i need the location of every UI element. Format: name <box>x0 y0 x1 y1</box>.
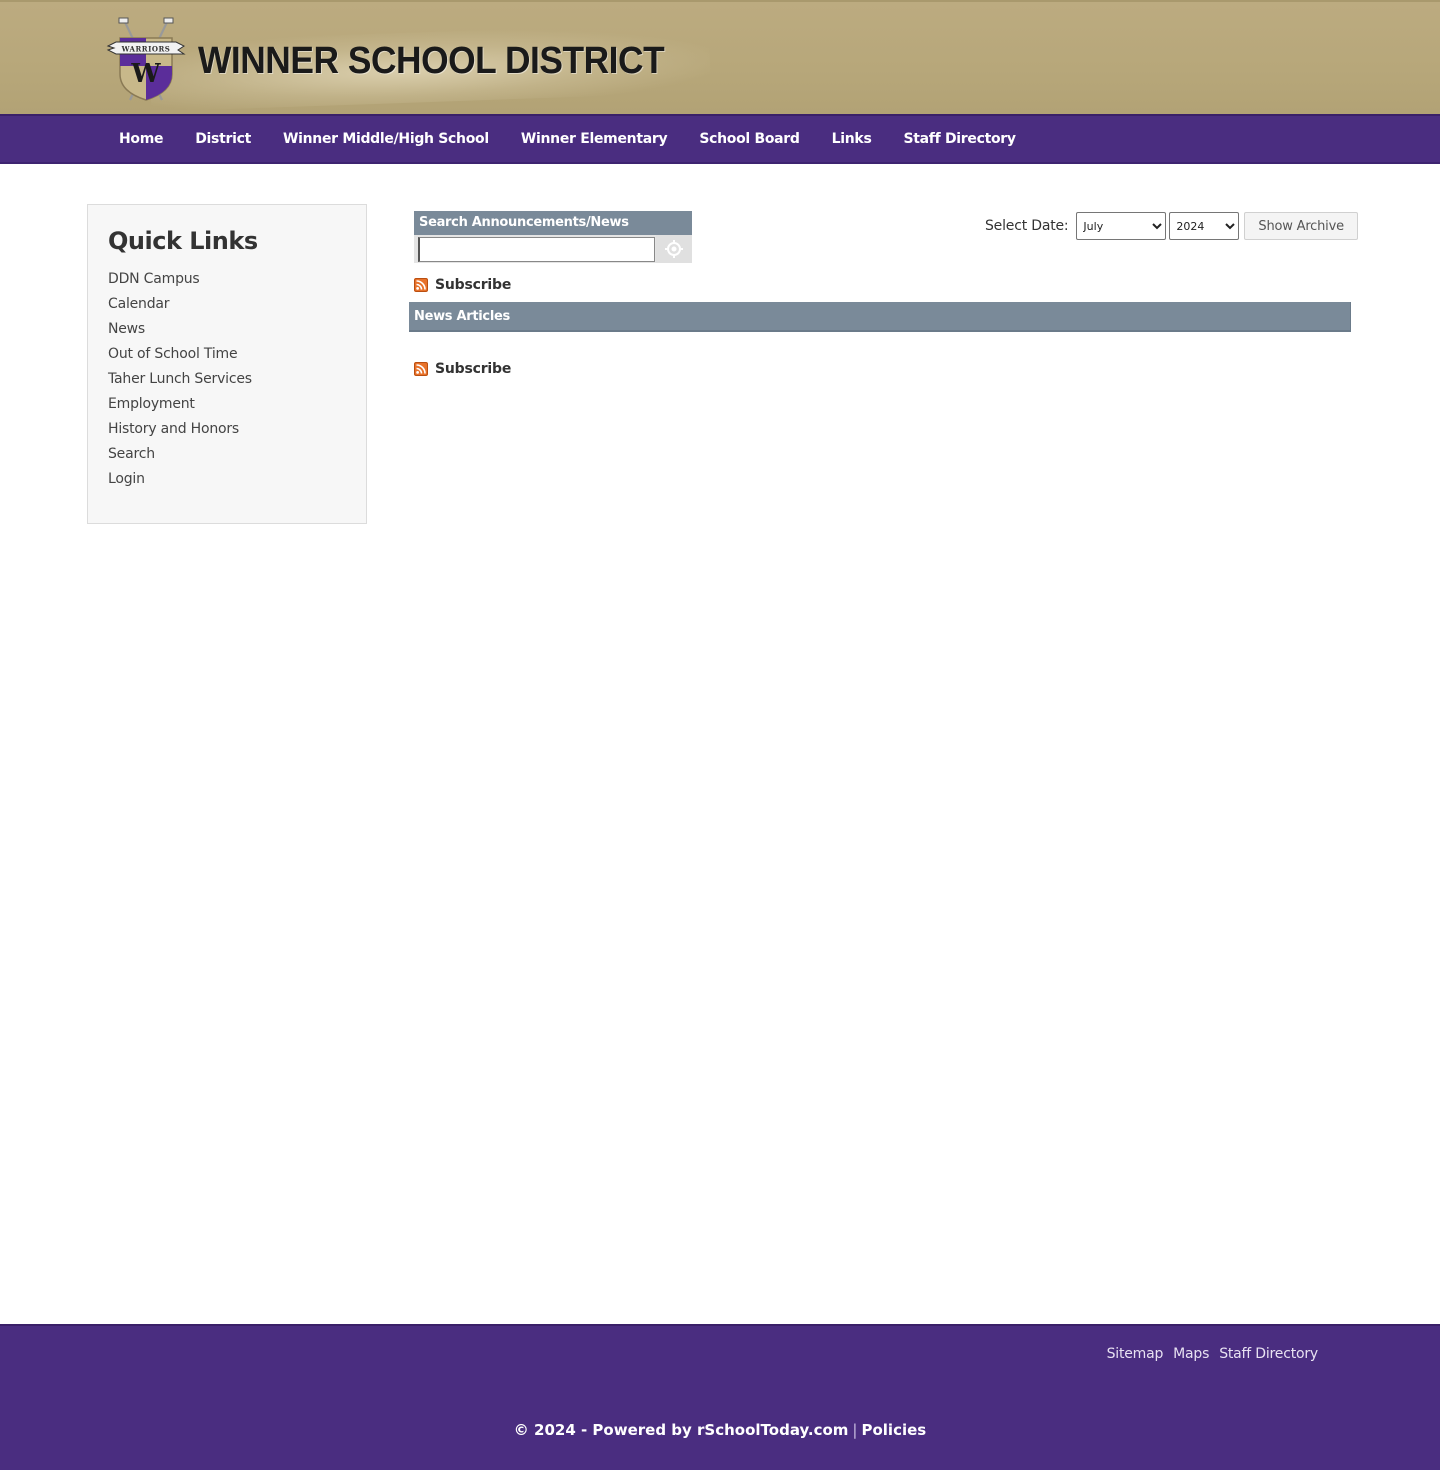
site-title[interactable]: WINNER SCHOOL DISTRICT <box>198 40 665 83</box>
nav-item-school-board[interactable]: School Board <box>683 131 815 147</box>
main-nav: Home District Winner Middle/High School … <box>0 114 1440 164</box>
footer-link-maps[interactable]: Maps <box>1173 1346 1209 1362</box>
news-articles-header: News Articles <box>409 302 1351 332</box>
quick-link-calendar[interactable]: Calendar <box>108 293 252 318</box>
svg-text:W: W <box>130 59 161 89</box>
select-date-label: Select Date: <box>985 218 1069 234</box>
show-archive-button[interactable]: Show Archive <box>1244 212 1358 240</box>
quick-links-panel: Quick Links DDN Campus Calendar News Out… <box>87 204 367 524</box>
target-icon <box>665 240 683 258</box>
subscribe-label: Subscribe <box>435 361 512 377</box>
nav-item-winner-elementary[interactable]: Winner Elementary <box>505 131 683 147</box>
rss-icon <box>414 278 428 292</box>
archive-date-selector: Select Date: July 2024 Show Archive <box>985 211 1358 241</box>
nav-item-staff-directory[interactable]: Staff Directory <box>887 131 1031 147</box>
copyright-line: © 2024 - Powered by rSchoolToday.com | Pol… <box>0 1421 1440 1439</box>
footer-separator: | <box>852 1421 858 1439</box>
archive-year-select[interactable]: 2024 <box>1169 212 1240 240</box>
policies-link[interactable]: Policies <box>861 1421 926 1439</box>
search-submit-button[interactable] <box>656 235 692 263</box>
powered-by-link[interactable]: © 2024 - Powered by rSchoolToday.com <box>514 1421 849 1439</box>
svg-text:WARRIORS: WARRIORS <box>121 45 171 54</box>
quick-link-news[interactable]: News <box>108 318 252 343</box>
footer-link-sitemap[interactable]: Sitemap <box>1107 1346 1164 1362</box>
quick-links-title: Quick Links <box>108 227 258 255</box>
subscribe-link-bottom[interactable]: Subscribe <box>414 361 511 377</box>
school-crest-logo[interactable]: WARRIORS W <box>104 16 188 104</box>
nav-item-home[interactable]: Home <box>103 131 179 147</box>
site-footer: Sitemap Maps Staff Directory © 2024 - Po… <box>0 1324 1440 1470</box>
search-announcements-title: Search Announcements/News <box>414 211 692 235</box>
quick-link-history-and-honors[interactable]: History and Honors <box>108 418 252 443</box>
quick-link-employment[interactable]: Employment <box>108 393 252 418</box>
footer-link-staff-directory[interactable]: Staff Directory <box>1219 1346 1318 1362</box>
nav-item-district[interactable]: District <box>179 131 267 147</box>
search-announcements-box: Search Announcements/News <box>414 211 692 263</box>
site-header: WARRIORS W WINNER SCHOOL DISTRICT <box>0 0 1440 114</box>
quick-link-search[interactable]: Search <box>108 443 252 468</box>
search-announcements-input[interactable] <box>418 237 655 262</box>
nav-item-links[interactable]: Links <box>816 131 888 147</box>
subscribe-label: Subscribe <box>435 277 512 293</box>
quick-link-login[interactable]: Login <box>108 468 252 493</box>
quick-link-taher-lunch-services[interactable]: Taher Lunch Services <box>108 368 252 393</box>
quick-link-ddn-campus[interactable]: DDN Campus <box>108 268 252 293</box>
quick-link-out-of-school-time[interactable]: Out of School Time <box>108 343 252 368</box>
nav-item-winner-middle-high-school[interactable]: Winner Middle/High School <box>267 131 505 147</box>
rss-icon <box>414 362 428 376</box>
archive-month-select[interactable]: July <box>1076 212 1167 240</box>
footer-links: Sitemap Maps Staff Directory <box>1097 1346 1319 1362</box>
subscribe-link-top[interactable]: Subscribe <box>414 277 511 293</box>
